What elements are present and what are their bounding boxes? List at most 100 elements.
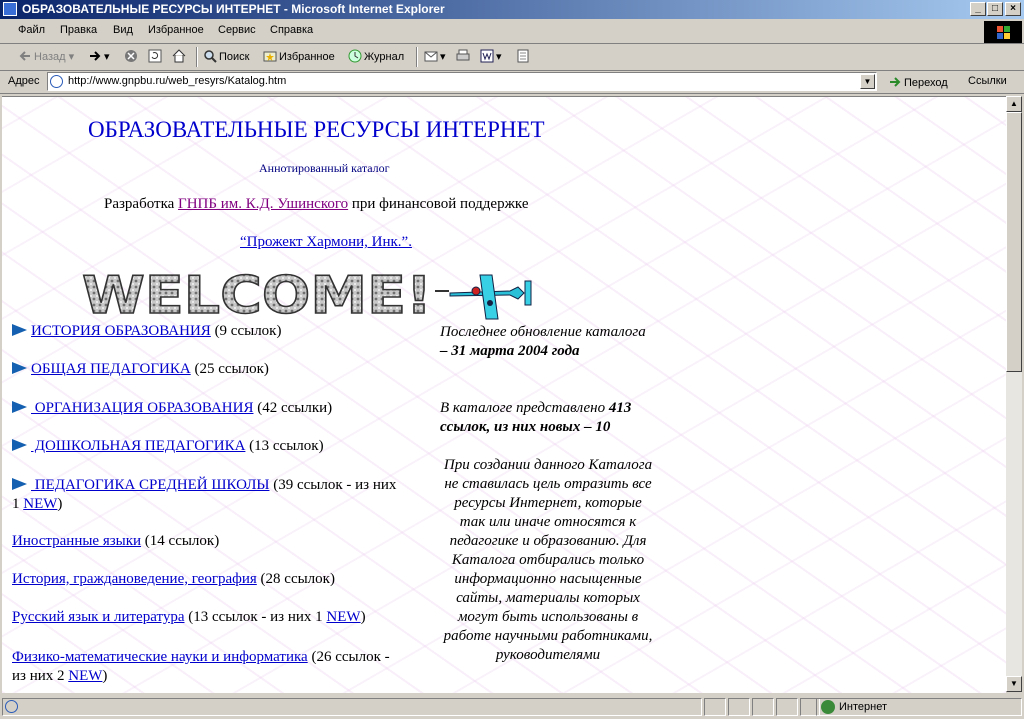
category-count: (26 ссылок - (307, 649, 390, 665)
new-badge[interactable]: NEW (326, 609, 360, 625)
catalog-info: В каталоге представлено 413 ссылок, из н… (440, 399, 656, 437)
category-link[interactable]: ПЕДАГОГИКА СРЕДНЕЙ ШКОЛЫ (31, 477, 270, 493)
page-icon (50, 75, 63, 88)
address-label: Адрес (8, 75, 40, 87)
vertical-scrollbar[interactable]: ▲ ▼ (1006, 96, 1022, 692)
toolbar-separator (196, 47, 198, 67)
stop-button[interactable] (124, 49, 140, 63)
back-label: Назад (34, 51, 66, 63)
category-count-cont: 1 (12, 496, 24, 512)
close-button[interactable]: × (1005, 2, 1021, 16)
history-icon (348, 49, 362, 63)
category-item: Русский язык и литература (13 ссылок - и… (12, 609, 366, 626)
category-count: (13 ссылок) (245, 438, 324, 454)
document-icon (516, 49, 530, 63)
globe-icon (821, 700, 835, 714)
history-button[interactable]: Журнал (348, 49, 404, 63)
address-input[interactable]: http://www.gnpbu.ru/web_resyrs/Katalog.h… (47, 72, 877, 91)
zone-label: Интернет (839, 701, 887, 713)
developer-line: Разработка ГНПБ им. К.Д. Ушинского при ф… (104, 196, 529, 213)
category-count: (13 ссылок - из них 1 (184, 609, 327, 625)
menu-view[interactable]: Вид (113, 24, 133, 36)
discuss-button[interactable] (516, 49, 532, 63)
search-button[interactable]: Поиск (203, 49, 249, 63)
print-button[interactable] (456, 49, 472, 63)
status-panel (704, 698, 726, 716)
maximize-button[interactable]: □ (987, 2, 1003, 16)
scroll-down-icon[interactable]: ▼ (1006, 676, 1022, 692)
category-item: ОРГАНИЗАЦИЯ ОБРАЗОВАНИЯ (42 ссылки) (12, 400, 332, 417)
links-button[interactable]: Ссылки (968, 75, 1007, 87)
category-link[interactable]: ОБЩАЯ ПЕДАГОГИКА (31, 361, 191, 377)
word-icon (480, 49, 494, 63)
history-label: Журнал (364, 51, 405, 63)
menu-favorites[interactable]: Избранное (148, 24, 204, 36)
category-item: Физико-математические науки и информатик… (12, 648, 390, 686)
category-count: (9 ссылок) (210, 323, 282, 339)
category-item: ИСТОРИЯ ОБРАЗОВАНИЯ (9 ссылок) (12, 323, 281, 340)
toolbar-separator (416, 47, 418, 67)
update-date: – 31 марта 2004 года (440, 343, 580, 359)
status-bar: Интернет (0, 695, 1024, 719)
minimize-button[interactable]: _ (970, 2, 986, 16)
mail-button[interactable]: ▾ (424, 49, 446, 63)
back-arrow-icon (18, 49, 32, 63)
edit-button[interactable]: ▾ (480, 49, 502, 63)
menu-help[interactable]: Справка (270, 24, 313, 36)
category-item: Иностранные языки (14 ссылок) (12, 533, 219, 550)
harmony-link[interactable]: “Прожект Хармони, Инк.”. (240, 234, 412, 250)
welcome-graphic: WELCOME! (81, 265, 532, 327)
new-badge[interactable]: NEW (23, 496, 57, 512)
address-dropdown-icon[interactable]: ▼ (860, 74, 875, 89)
ie-icon[interactable] (3, 2, 17, 16)
toolbar: Назад ▾ ▾ Поиск Избранное Журнал ▾ ▾ (0, 44, 1024, 71)
category-link[interactable]: Иностранные языки (12, 533, 141, 549)
airplane-icon (435, 274, 532, 320)
go-button[interactable]: Переход (888, 75, 948, 89)
category-count: (39 ссылок - из них (269, 477, 397, 493)
windows-logo-icon (984, 21, 1022, 43)
category-count: (14 ссылок) (141, 533, 220, 549)
about-text: При создании данного Каталога не ставила… (443, 457, 653, 663)
menu-edit[interactable]: Правка (60, 24, 97, 36)
category-link[interactable]: ИСТОРИЯ ОБРАЗОВАНИЯ (31, 323, 211, 339)
category-count: (28 ссылок) (256, 571, 335, 587)
page-subtitle: Аннотированный каталог (259, 161, 390, 175)
search-label: Поиск (219, 51, 250, 63)
favorites-icon (263, 49, 277, 63)
bullet-arrow-icon (12, 324, 27, 336)
scroll-thumb[interactable] (1006, 112, 1022, 372)
favorites-button[interactable]: Избранное (263, 49, 335, 63)
go-label: Переход (904, 77, 948, 89)
status-panel (776, 698, 798, 716)
gnpb-link[interactable]: ГНПБ им. К.Д. Ушинского (178, 196, 348, 212)
search-icon (203, 49, 217, 63)
printer-icon (456, 49, 470, 63)
status-zone: Интернет (816, 698, 1022, 716)
refresh-button[interactable] (148, 49, 164, 63)
forward-button[interactable]: ▾ (88, 49, 110, 63)
back-button[interactable]: Назад ▾ (18, 49, 74, 63)
category-link[interactable]: ДОШКОЛЬНАЯ ПЕДАГОГИКА (31, 438, 246, 454)
dev-suffix: при финансовой поддержке (348, 196, 529, 212)
menu-file[interactable]: Файл (18, 24, 45, 36)
bullet-arrow-icon (12, 439, 27, 451)
window-title: ОБРАЗОВАТЕЛЬНЫЕ РЕСУРСЫ ИНТЕРНЕТ - Micro… (22, 2, 445, 16)
category-link[interactable]: Физико-математические науки и информатик… (12, 649, 308, 665)
category-link[interactable]: ОРГАНИЗАЦИЯ ОБРАЗОВАНИЯ (31, 400, 254, 416)
harmony-line: “Прожект Хармони, Инк.”. (240, 234, 412, 251)
mail-icon (424, 49, 438, 63)
welcome-text: WELCOME! (82, 267, 432, 322)
home-button[interactable] (172, 49, 188, 63)
menu-tools[interactable]: Сервис (218, 24, 256, 36)
category-link[interactable]: Русский язык и литература (12, 609, 184, 625)
scroll-up-icon[interactable]: ▲ (1006, 96, 1022, 112)
category-count: (42 ссылки) (253, 400, 333, 416)
address-bar: Адрес http://www.gnpbu.ru/web_resyrs/Kat… (0, 71, 1024, 94)
category-link[interactable]: История, граждановедение, география (12, 571, 257, 587)
forward-arrow-icon (88, 49, 102, 63)
home-icon (172, 49, 186, 63)
ie-status-icon (5, 700, 18, 713)
new-badge[interactable]: NEW (68, 668, 102, 684)
bullet-arrow-icon (12, 478, 27, 490)
